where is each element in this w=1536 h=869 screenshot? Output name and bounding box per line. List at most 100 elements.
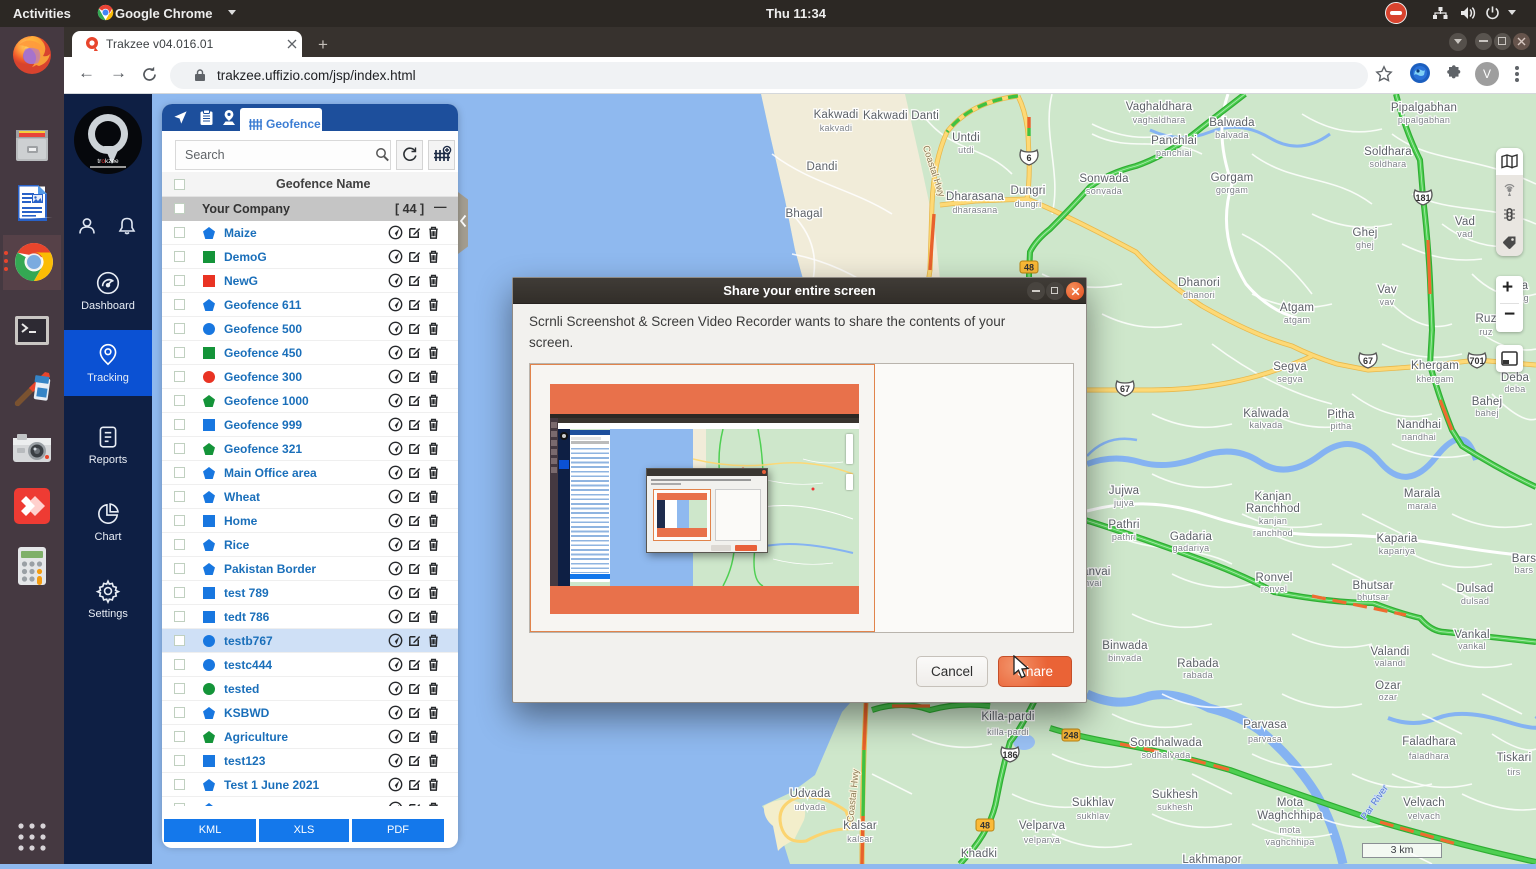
- svg-text:gadariya: gadariya: [1173, 543, 1210, 553]
- svg-text:kalvada: kalvada: [1249, 420, 1282, 430]
- svg-text:248: 248: [1063, 731, 1078, 741]
- svg-text:Vaghaldhara: Vaghaldhara: [1126, 101, 1193, 113]
- svg-text:Khadki: Khadki: [961, 848, 997, 860]
- svg-text:gorgam: gorgam: [1216, 185, 1248, 195]
- svg-text:kanjan: kanjan: [1259, 516, 1287, 526]
- svg-text:utdi: utdi: [958, 145, 974, 155]
- svg-text:khergam: khergam: [1416, 374, 1453, 384]
- svg-text:sodhalvada: sodhalvada: [1141, 750, 1190, 760]
- svg-text:deba: deba: [1504, 384, 1525, 394]
- svg-text:67: 67: [1120, 384, 1130, 394]
- svg-text:Sukhlav: Sukhlav: [1072, 797, 1114, 809]
- svg-text:Kanjan: Kanjan: [1254, 491, 1291, 503]
- svg-text:pathri: pathri: [1112, 532, 1136, 542]
- svg-text:bahej: bahej: [1475, 408, 1499, 418]
- svg-text:Valandi: Valandi: [1371, 646, 1410, 658]
- svg-text:Kakwadi Danti: Kakwadi Danti: [863, 110, 939, 122]
- svg-text:valandi: valandi: [1375, 658, 1406, 668]
- svg-text:bars: bars: [1515, 565, 1534, 575]
- svg-text:Gorgam: Gorgam: [1211, 172, 1254, 184]
- svg-text:dulsad: dulsad: [1461, 596, 1489, 606]
- svg-text:Sondhalwada: Sondhalwada: [1130, 737, 1202, 749]
- svg-text:bhutsar: bhutsar: [1357, 592, 1389, 602]
- svg-text:ruz: ruz: [1479, 327, 1493, 337]
- svg-text:Pipalgabhan: Pipalgabhan: [1391, 102, 1457, 114]
- svg-text:sonvada: sonvada: [1086, 186, 1122, 196]
- svg-text:Ronvel: Ronvel: [1256, 572, 1293, 584]
- svg-text:rabada: rabada: [1183, 670, 1213, 680]
- svg-text:Balwada: Balwada: [1209, 117, 1255, 129]
- svg-text:tirs: tirs: [1507, 767, 1520, 777]
- svg-text:Udvada: Udvada: [790, 788, 831, 800]
- svg-text:sukhesh: sukhesh: [1157, 802, 1193, 812]
- svg-text:balvada: balvada: [1215, 130, 1249, 140]
- svg-text:pipalgabhan: pipalgabhan: [1398, 115, 1450, 125]
- svg-text:kapariya: kapariya: [1379, 546, 1415, 556]
- svg-text:Ghej: Ghej: [1352, 227, 1377, 239]
- svg-text:Waghchhipa: Waghchhipa: [1257, 810, 1323, 822]
- svg-text:Kaparia: Kaparia: [1376, 533, 1417, 545]
- svg-text:Tiskari: Tiskari: [1497, 752, 1532, 764]
- svg-text:Dharasana: Dharasana: [946, 191, 1004, 203]
- svg-text:dhanori: dhanori: [1183, 290, 1215, 300]
- svg-text:Dhanori: Dhanori: [1178, 277, 1220, 289]
- svg-text:ozar: ozar: [1379, 692, 1398, 702]
- svg-text:velvach: velvach: [1408, 811, 1441, 821]
- svg-text:Deba: Deba: [1501, 372, 1530, 384]
- svg-text:Killa-pardi: Killa-pardi: [981, 711, 1034, 723]
- svg-text:parvasa: parvasa: [1248, 734, 1282, 744]
- svg-text:vad: vad: [1457, 229, 1472, 239]
- svg-text:Kalwada: Kalwada: [1243, 408, 1289, 420]
- svg-text:ronvel: ronvel: [1261, 584, 1287, 594]
- svg-text:Dungri: Dungri: [1010, 185, 1045, 197]
- svg-text:Segva: Segva: [1273, 361, 1307, 373]
- svg-text:Rabada: Rabada: [1177, 658, 1219, 670]
- svg-text:Nandhai: Nandhai: [1397, 419, 1441, 431]
- svg-text:181: 181: [1415, 193, 1430, 203]
- svg-text:kakvadi: kakvadi: [820, 123, 853, 133]
- svg-text:sukhlav: sukhlav: [1077, 811, 1110, 821]
- svg-text:dharasana: dharasana: [952, 205, 997, 215]
- svg-text:faladhara: faladhara: [1409, 751, 1449, 761]
- svg-text:Atgam: Atgam: [1280, 302, 1314, 314]
- svg-text:mota: mota: [1279, 825, 1300, 835]
- svg-text:udvada: udvada: [794, 802, 825, 812]
- svg-text:Parvasa: Parvasa: [1243, 719, 1287, 731]
- svg-text:Marala: Marala: [1404, 488, 1441, 500]
- svg-text:velparva: velparva: [1024, 835, 1060, 845]
- svg-text:Ozar: Ozar: [1375, 680, 1401, 692]
- svg-text:vav: vav: [1380, 297, 1395, 307]
- svg-text:pitha: pitha: [1330, 421, 1351, 431]
- svg-text:Velparva: Velparva: [1019, 820, 1066, 832]
- svg-text:Gadaria: Gadaria: [1170, 531, 1213, 543]
- svg-text:Ruz: Ruz: [1475, 313, 1496, 325]
- svg-text:Bahej: Bahej: [1472, 396, 1502, 408]
- svg-text:Vankal: Vankal: [1454, 629, 1490, 641]
- svg-text:701: 701: [1469, 356, 1484, 366]
- svg-text:Velvach: Velvach: [1403, 797, 1445, 809]
- svg-text:Mota: Mota: [1277, 797, 1304, 809]
- svg-text:Jujwa: Jujwa: [1109, 485, 1140, 497]
- svg-text:Faladhara: Faladhara: [1402, 736, 1456, 748]
- svg-text:vaghchhipa: vaghchhipa: [1265, 837, 1314, 847]
- svg-text:Khergam: Khergam: [1411, 360, 1459, 372]
- svg-text:Panchlai: Panchlai: [1151, 135, 1197, 147]
- svg-text:Soldhara: Soldhara: [1364, 146, 1412, 158]
- svg-text:vaghaldhara: vaghaldhara: [1133, 115, 1186, 125]
- svg-text:Binwada: Binwada: [1102, 640, 1148, 652]
- svg-text:killa-pardi: killa-pardi: [987, 727, 1029, 737]
- svg-text:ghej: ghej: [1356, 240, 1374, 250]
- svg-text:vankal: vankal: [1458, 641, 1486, 651]
- svg-text:Vad: Vad: [1455, 216, 1475, 228]
- svg-text:Sonwada: Sonwada: [1079, 173, 1129, 185]
- svg-text:jujva: jujva: [1113, 498, 1134, 508]
- svg-text:Ranchhod: Ranchhod: [1246, 503, 1300, 515]
- svg-text:Pathri: Pathri: [1108, 519, 1139, 531]
- svg-text:kalsar: kalsar: [847, 834, 873, 844]
- svg-text:marala: marala: [1407, 501, 1436, 511]
- svg-text:Lakhmapor: Lakhmapor: [1182, 854, 1241, 864]
- svg-text:binvada: binvada: [1108, 653, 1142, 663]
- svg-text:186: 186: [1002, 750, 1017, 760]
- svg-text:Pitha: Pitha: [1327, 409, 1355, 421]
- svg-text:atgam: atgam: [1284, 315, 1311, 325]
